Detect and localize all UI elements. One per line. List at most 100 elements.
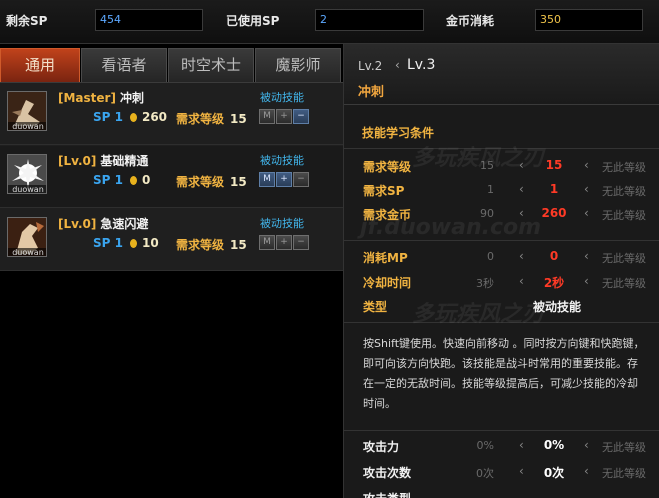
row-label: 类型 <box>363 300 388 314</box>
attack-power-row: 攻击力 0% ‹ 0% ‹ 无此等级 <box>344 435 659 457</box>
sp-label: SP <box>93 110 111 124</box>
skill-cost: SP 1 10 <box>93 236 159 250</box>
skill-controls: M + − <box>259 172 310 187</box>
current-level: Lv.2 <box>358 59 383 73</box>
remove-point-button[interactable]: − <box>293 172 309 187</box>
attack-section: 攻击力 0% ‹ 0% ‹ 无此等级 攻击次数 0次 ‹ 0次 ‹ 无此等级 攻… <box>344 430 659 498</box>
sp-cost: 1 <box>114 236 123 250</box>
row-next: 0% <box>543 438 565 452</box>
add-point-button[interactable]: + <box>276 109 292 124</box>
add-point-button[interactable]: + <box>276 172 292 187</box>
row-label: 攻击类型 <box>363 490 411 498</box>
skill-window: 剩余SP 454 已使用SP 2 金币消耗 350 通用 看语者 时空术士 魔影… <box>0 0 659 498</box>
tab-shadow-mage[interactable]: 魔影师 <box>255 48 341 82</box>
mp-cost-row: 消耗MP 0 ‹ 0 ‹ 无此等级 <box>344 246 659 268</box>
skill-cost: SP 1 260 <box>93 110 167 124</box>
tab-seer[interactable]: 看语者 <box>81 48 167 82</box>
skill-title: 急速闪避 <box>100 217 149 231</box>
row-next: 2秒 <box>543 276 565 290</box>
gold-cost-label: 金币消耗 <box>446 14 495 28</box>
remove-point-button[interactable]: − <box>293 109 309 124</box>
sp-cost: 1 <box>114 110 123 124</box>
coin-icon <box>129 239 137 248</box>
row-max: 无此等级 <box>602 209 646 222</box>
req-label: 需求等级 <box>176 175 225 189</box>
gold-cost-value: 350 <box>535 9 643 31</box>
used-sp-label: 已使用SP <box>226 14 280 28</box>
class-tabs: 通用 看语者 时空术士 魔影师 <box>0 48 343 82</box>
req-label: 需求等级 <box>176 112 225 126</box>
skill-type: 被动技能 <box>260 154 304 167</box>
gold-cost: 260 <box>141 110 168 124</box>
left-arrow-icon: ‹ <box>519 438 524 452</box>
row-current: 3秒 <box>476 277 494 290</box>
watermark: jf.duowan.com <box>360 215 542 240</box>
row-current: 1 <box>487 183 494 196</box>
row-label: 攻击次数 <box>363 466 412 480</box>
icon-caption: duowan <box>8 185 46 193</box>
row-label: 冷却时间 <box>363 276 412 290</box>
remove-point-button[interactable]: − <box>293 235 309 250</box>
quick-evade-skill-icon: duowan <box>7 217 47 257</box>
skill-row-dash[interactable]: duowan [Master] 冲刺 被动技能 SP 1 260 需求等级 15 M … <box>0 83 343 145</box>
next-level: Lv.3 <box>407 57 436 73</box>
skill-type: 被动技能 <box>260 217 304 230</box>
row-next: 0 <box>549 249 559 263</box>
skill-row-quick-evade[interactable]: duowan [Lv.0] 急速闪避 被动技能 SP 1 10 需求等级 15 M +… <box>0 209 343 271</box>
skill-type: 被动技能 <box>260 91 304 104</box>
sp-label: SP <box>93 236 111 250</box>
skill-requirement: 需求等级 15 <box>176 236 247 253</box>
skill-detail-panel: Lv.2 ‹ Lv.3 冲刺 技能学习条件 需求等级 15 ‹ 15 ‹ 无此等… <box>343 44 659 498</box>
tab-general[interactable]: 通用 <box>0 48 80 82</box>
coin-icon <box>129 113 137 122</box>
row-label: 需求SP <box>363 184 405 198</box>
req-level: 15 <box>230 175 247 189</box>
skill-level: [Lv.0] <box>58 154 97 168</box>
left-arrow-icon: ‹ <box>584 438 589 452</box>
detail-header: Lv.2 ‹ Lv.3 冲刺 <box>344 44 659 105</box>
req-label: 需求等级 <box>176 238 225 252</box>
watermark: 多玩疾风之刃 <box>412 302 545 327</box>
row-label: 消耗MP <box>363 251 408 265</box>
sp-label: SP <box>93 173 111 187</box>
master-button[interactable]: M <box>259 172 275 187</box>
left-arrow-icon: ‹ <box>584 464 589 478</box>
add-point-button[interactable]: + <box>276 235 292 250</box>
master-button[interactable]: M <box>259 109 275 124</box>
skill-cost: SP 1 0 <box>93 173 150 187</box>
level-arrow-icon: ‹ <box>395 58 400 72</box>
req-level: 15 <box>230 238 247 252</box>
skill-controls: M + − <box>259 109 310 124</box>
row-max: 无此等级 <box>602 161 646 174</box>
dash-skill-icon: duowan <box>7 91 47 131</box>
row-label: 需求等级 <box>363 160 412 174</box>
left-arrow-icon: ‹ <box>584 182 589 196</box>
learn-conditions-title: 技能学习条件 <box>362 126 435 140</box>
req-level: 15 <box>230 112 247 126</box>
detail-skill-title: 冲刺 <box>358 85 385 100</box>
icon-caption: duowan <box>8 122 46 130</box>
attack-type-row: 攻击类型 <box>344 487 659 498</box>
sp-summary-bar: 剩余SP 454 已使用SP 2 金币消耗 350 <box>0 0 659 44</box>
row-max: 无此等级 <box>602 277 646 290</box>
row-next: 1 <box>549 182 559 196</box>
watermark: 多玩疾风之刃 <box>412 146 545 171</box>
skill-level: [Master] <box>58 91 116 105</box>
row-label: 攻击力 <box>363 440 400 454</box>
skill-list-panel: 通用 看语者 时空术士 魔影师 duowan [Master] 冲刺 被动技能 S… <box>0 44 343 498</box>
remaining-sp-label: 剩余SP <box>6 14 48 28</box>
tab-chronomancer[interactable]: 时空术士 <box>168 48 254 82</box>
coin-icon <box>129 176 137 185</box>
row-max: 无此等级 <box>602 441 646 454</box>
skill-row-basic-mastery[interactable]: duowan [Lv.0] 基础精通 被动技能 SP 1 0 需求等级 15 M + … <box>0 146 343 208</box>
row-current: 0 <box>487 250 494 263</box>
left-arrow-icon: ‹ <box>519 464 524 478</box>
sp-cost: 1 <box>114 173 123 187</box>
skill-level: [Lv.0] <box>58 217 97 231</box>
gold-cost: 10 <box>141 236 159 250</box>
master-button[interactable]: M <box>259 235 275 250</box>
remaining-sp-value: 454 <box>95 9 203 31</box>
skill-requirement: 需求等级 15 <box>176 173 247 190</box>
row-max: 无此等级 <box>602 467 646 480</box>
row-current: 0% <box>476 439 494 452</box>
